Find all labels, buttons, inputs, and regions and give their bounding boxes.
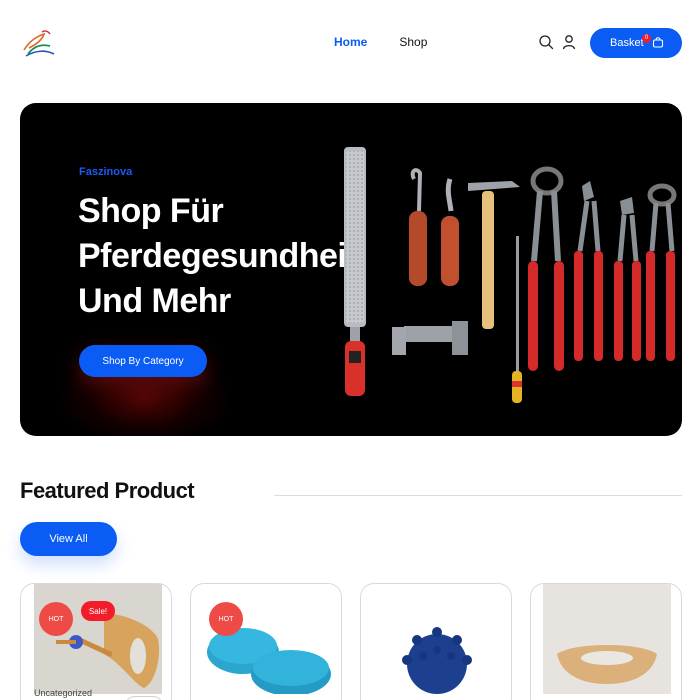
brand-logo[interactable] bbox=[20, 26, 56, 58]
sale-badge: Sale! bbox=[81, 601, 115, 621]
basket-label: Basket bbox=[610, 37, 644, 49]
basket-button[interactable]: Basket 0 bbox=[590, 28, 682, 58]
hammer-tool bbox=[468, 181, 520, 329]
search-icon[interactable] bbox=[538, 34, 554, 50]
site-header: Home Shop Basket 0 bbox=[0, 0, 700, 86]
rasp-tool bbox=[344, 147, 366, 396]
product-image-2 bbox=[203, 584, 331, 694]
product-image-3 bbox=[373, 584, 501, 694]
product-card-3[interactable] bbox=[360, 583, 512, 700]
add-to-cart-button[interactable] bbox=[125, 696, 163, 700]
section-divider bbox=[274, 495, 682, 496]
nippers-4 bbox=[646, 183, 677, 361]
nav-home[interactable]: Home bbox=[334, 35, 367, 49]
product-card-2[interactable]: HOT bbox=[190, 583, 342, 700]
hero-kicker: Faszinova bbox=[79, 166, 133, 178]
main-nav: Home Shop bbox=[334, 35, 427, 49]
basket-count-badge: 0 bbox=[642, 34, 651, 43]
hot-badge: HOT bbox=[39, 602, 73, 636]
product-card-1[interactable]: HOT Sale! Uncategorized bbox=[20, 583, 172, 700]
hoof-knife-1 bbox=[409, 168, 427, 286]
nippers-1 bbox=[528, 166, 564, 371]
hoof-knife-2 bbox=[441, 178, 459, 286]
product-card-4[interactable] bbox=[530, 583, 682, 700]
featured-title: Featured Product bbox=[20, 478, 195, 503]
product-image-4 bbox=[543, 584, 671, 694]
product-category[interactable]: Uncategorized bbox=[34, 688, 92, 698]
basket-bag-icon bbox=[652, 37, 664, 48]
farrier-tools-image bbox=[344, 147, 677, 403]
view-all-button[interactable]: View All bbox=[20, 522, 117, 556]
nippers-2 bbox=[574, 181, 603, 361]
nippers-3 bbox=[614, 197, 641, 361]
small-hammer bbox=[392, 321, 468, 355]
user-icon[interactable] bbox=[561, 34, 577, 50]
nav-shop[interactable]: Shop bbox=[399, 35, 427, 49]
shop-by-category-button[interactable]: Shop By Category bbox=[79, 345, 207, 377]
probe-tool bbox=[512, 236, 522, 403]
hero-banner: Faszinova Shop Für Pferdegesundheit Und … bbox=[20, 103, 682, 436]
hot-badge: HOT bbox=[209, 602, 243, 636]
